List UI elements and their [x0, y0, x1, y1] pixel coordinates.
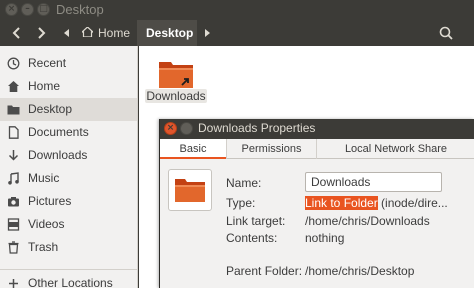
tab-local-network-share[interactable]: Local Network Share — [316, 139, 474, 159]
sidebar: Recent Home Desktop Documents Downloads … — [0, 46, 138, 288]
tab-basic[interactable]: Basic — [160, 139, 226, 159]
breadcrumb-scroll-right-button[interactable] — [201, 20, 213, 46]
contents-label: Contents: — [226, 231, 278, 245]
sidebar-item-recent[interactable]: Recent — [0, 52, 137, 75]
folder-link-icon[interactable] — [158, 59, 194, 89]
sidebar-item-downloads[interactable]: Downloads — [0, 144, 137, 167]
sidebar-item-label: Home — [28, 79, 61, 93]
window-close-button[interactable]: × — [5, 3, 18, 16]
music-icon — [8, 172, 19, 185]
sidebar-item-other-locations[interactable]: Other Locations — [0, 272, 137, 288]
close-icon: × — [7, 4, 16, 14]
window-maximize-button[interactable]: □ — [37, 3, 50, 16]
sidebar-item-label: Desktop — [28, 102, 73, 116]
camera-icon — [8, 197, 19, 207]
window-minimize-button[interactable]: – — [21, 3, 34, 16]
dialog-titlebar: × Downloads Properties — [160, 119, 474, 139]
breadcrumb-home[interactable]: Home — [76, 20, 134, 46]
search-icon — [439, 26, 453, 40]
file-item-label[interactable]: Downloads — [145, 89, 207, 103]
folder-icon — [175, 179, 205, 202]
window-titlebar: × – □ Desktop — [0, 0, 474, 20]
download-icon — [8, 150, 19, 161]
sidebar-item-label: Pictures — [28, 194, 72, 208]
properties-dialog: × Downloads Properties Basic Permissions… — [159, 119, 474, 288]
window-title: Desktop — [56, 2, 104, 17]
parent-folder-value: /home/chris/Desktop — [305, 264, 415, 278]
forward-button[interactable] — [30, 20, 52, 46]
type-label: Type: — [226, 196, 256, 210]
name-field[interactable] — [305, 172, 442, 192]
trash-icon — [8, 241, 19, 254]
folder-icon — [7, 105, 20, 115]
back-button[interactable] — [6, 20, 28, 46]
dialog-body: Name: Type: Link to Folder (inode/dire..… — [160, 160, 474, 288]
link-target-label: Link target: — [226, 214, 286, 228]
dialog-close-button[interactable]: × — [164, 122, 177, 135]
toolbar: Home Desktop — [0, 20, 474, 46]
dialog-tabs: Basic Permissions Local Network Share — [160, 139, 474, 159]
search-button[interactable] — [436, 24, 456, 42]
link-target-value: /home/chris/Downloads — [305, 214, 430, 228]
properties-icon-button[interactable] — [168, 169, 212, 211]
plus-icon — [9, 279, 18, 288]
sidebar-item-label: Downloads — [28, 148, 88, 162]
sidebar-item-label: Documents — [28, 125, 89, 139]
chevron-left-icon — [12, 27, 20, 39]
home-icon — [8, 81, 19, 92]
sidebar-item-label: Music — [28, 171, 60, 185]
sidebar-item-documents[interactable]: Documents — [0, 121, 137, 144]
triangle-right-icon — [205, 29, 210, 37]
parent-folder-label: Parent Folder: — [226, 264, 303, 278]
document-icon — [8, 126, 19, 139]
sidebar-item-pictures[interactable]: Pictures — [0, 190, 137, 213]
triangle-left-icon — [64, 29, 69, 37]
sidebar-item-desktop[interactable]: Desktop — [0, 98, 137, 121]
type-value-rest: (inode/dire... — [377, 196, 448, 210]
maximize-icon: □ — [39, 4, 48, 14]
close-icon: × — [166, 123, 175, 133]
clock-icon — [7, 57, 20, 70]
minimize-icon: – — [25, 4, 30, 14]
dialog-minimize-button[interactable] — [180, 122, 193, 135]
breadcrumb-scroll-left-button[interactable] — [61, 20, 73, 46]
breadcrumb-desktop[interactable]: Desktop — [137, 20, 197, 46]
tab-permissions[interactable]: Permissions — [226, 139, 316, 159]
sidebar-divider — [0, 269, 137, 270]
sidebar-item-label: Recent — [28, 56, 67, 70]
contents-value: nothing — [305, 231, 345, 245]
type-value: Link to Folder (inode/dire... — [305, 196, 448, 210]
name-label: Name: — [226, 176, 262, 190]
sidebar-item-label: Videos — [28, 217, 65, 231]
sidebar-item-music[interactable]: Music — [0, 167, 137, 190]
sidebar-item-label: Other Locations — [28, 276, 113, 288]
sidebar-item-trash[interactable]: Trash — [0, 236, 137, 259]
video-icon — [7, 218, 20, 231]
sidebar-item-label: Trash — [28, 240, 59, 254]
home-icon — [82, 27, 93, 37]
sidebar-item-home[interactable]: Home — [0, 75, 137, 98]
breadcrumb-home-label: Home — [98, 26, 131, 40]
dialog-title: Downloads Properties — [198, 121, 316, 135]
type-value-highlight: Link to Folder — [305, 196, 378, 210]
sidebar-item-videos[interactable]: Videos — [0, 213, 137, 236]
chevron-right-icon — [38, 27, 46, 39]
